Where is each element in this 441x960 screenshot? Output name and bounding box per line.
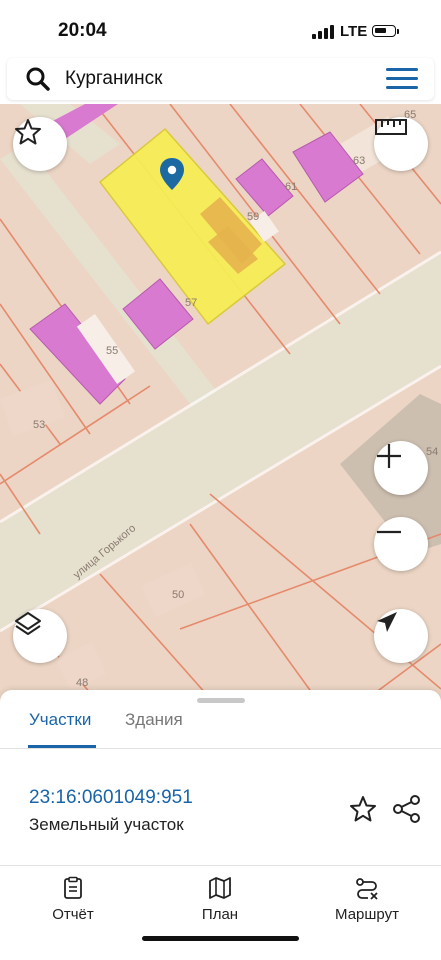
locate-arrow-icon xyxy=(377,612,397,632)
house-number: 63 xyxy=(353,155,365,167)
house-number: 55 xyxy=(106,345,118,357)
share-icon[interactable] xyxy=(392,794,422,824)
house-number: 48 xyxy=(76,677,88,689)
parcel-type-label: Земельный участок xyxy=(29,815,184,834)
nav-plan-label: План xyxy=(201,906,239,923)
tab-parcels[interactable]: Участки xyxy=(29,710,91,730)
search-input[interactable]: Курганинск xyxy=(65,68,162,90)
cadastral-number-link[interactable]: 23:16:0601049:951 xyxy=(29,787,193,809)
house-number: 54 xyxy=(426,446,438,458)
report-icon xyxy=(64,876,82,899)
status-bar: 20:04 LTE xyxy=(0,0,441,56)
search-bar[interactable]: Курганинск xyxy=(7,58,434,100)
network-type: LTE xyxy=(340,23,368,40)
ruler-button[interactable] xyxy=(374,117,428,171)
map-plan-icon xyxy=(209,877,231,899)
layers-button[interactable] xyxy=(13,609,67,663)
house-number: 57 xyxy=(185,297,197,309)
bottom-sheet: Участки Здания 23:16:0601049:951 Земельн… xyxy=(0,690,441,960)
map-view[interactable]: 65 63 61 59 57 55 53 50 48 54 улица Горь… xyxy=(0,104,441,704)
status-time: 20:04 xyxy=(58,20,107,41)
house-number: 53 xyxy=(33,419,45,431)
nav-route-label: Маршрут xyxy=(335,906,399,923)
zoom-in-icon xyxy=(377,444,401,468)
house-number: 61 xyxy=(285,181,297,193)
battery-tip xyxy=(397,29,399,34)
nav-report-label: Отчёт xyxy=(52,906,94,923)
star-icon[interactable] xyxy=(348,794,378,824)
favorite-button[interactable] xyxy=(13,117,67,171)
home-indicator xyxy=(142,936,299,941)
nav-route[interactable]: Маршрут xyxy=(317,876,417,923)
tab-divider xyxy=(0,748,441,749)
house-number: 59 xyxy=(247,211,259,223)
search-icon[interactable] xyxy=(25,66,51,92)
battery-icon xyxy=(372,25,396,37)
route-icon xyxy=(356,878,378,900)
ruler-icon xyxy=(375,119,407,135)
tab-buildings[interactable]: Здания xyxy=(125,710,183,730)
sheet-drag-handle[interactable] xyxy=(197,698,245,703)
nav-plan[interactable]: План xyxy=(170,876,270,923)
menu-icon[interactable] xyxy=(386,68,418,90)
zoom-out-button[interactable] xyxy=(374,517,428,571)
house-number: 50 xyxy=(172,589,184,601)
star-icon xyxy=(15,119,41,145)
zoom-in-button[interactable] xyxy=(374,441,428,495)
layers-icon xyxy=(15,612,41,635)
signal-icon xyxy=(312,25,334,39)
nav-report[interactable]: Отчёт xyxy=(23,876,123,923)
my-location-button[interactable] xyxy=(374,609,428,663)
nav-divider xyxy=(0,865,441,866)
zoom-out-icon xyxy=(377,530,401,534)
